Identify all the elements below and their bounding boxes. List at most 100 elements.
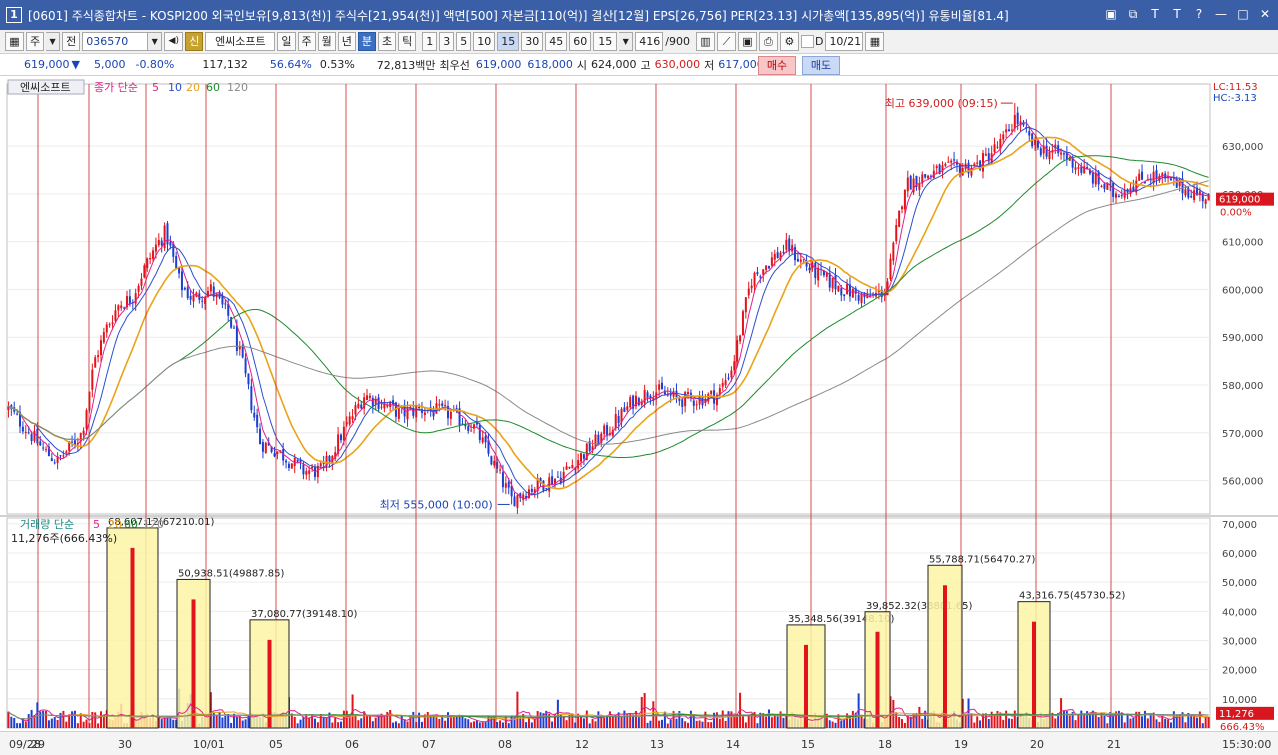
tab-minute[interactable]: 분 (357, 32, 376, 51)
tab-tick[interactable]: 틱 (398, 32, 417, 51)
period-select[interactable]: 주 (26, 32, 45, 51)
tab-month[interactable]: 월 (317, 32, 336, 51)
screen-icon[interactable]: ▣ (1104, 7, 1118, 21)
volume-bar (1190, 715, 1193, 728)
high-annotation: 최고 639,000 (09:15) (885, 97, 998, 110)
volume-bar (1207, 716, 1210, 728)
settings-icon[interactable]: ⚙ (779, 32, 799, 51)
volume-bar (903, 723, 906, 728)
candle-body (1077, 167, 1080, 169)
calendar-icon[interactable]: ▦ (865, 32, 885, 51)
low-price: 617,000 (718, 58, 764, 71)
candle-body (296, 459, 299, 462)
candle-body (973, 163, 976, 166)
volume-bar (470, 722, 473, 728)
close-icon[interactable]: ✕ (1258, 7, 1272, 21)
stock-code-input[interactable] (82, 32, 149, 51)
prev-button[interactable]: 전 (62, 32, 81, 51)
pin-icon[interactable]: T (1148, 7, 1162, 21)
interval-45[interactable]: 45 (545, 32, 568, 51)
volume-bar (646, 722, 649, 728)
candle-body (545, 488, 548, 490)
date-checkbox[interactable] (800, 35, 814, 48)
volume-bar (687, 722, 690, 728)
candle-body (423, 412, 426, 416)
volume-bar (221, 717, 224, 728)
code-dropdown-icon[interactable]: ▼ (148, 32, 163, 51)
interval-1[interactable]: 1 (422, 32, 438, 51)
candle-body (244, 358, 247, 374)
volume-bar (539, 712, 542, 728)
candle-body (687, 391, 690, 394)
interval-dropdown-icon[interactable]: ▼ (619, 32, 634, 51)
volume-bar (99, 711, 102, 728)
print-icon[interactable]: ⎙ (758, 32, 778, 51)
volume-bar (464, 718, 467, 728)
candle-body (603, 425, 606, 435)
volume-bar (1172, 711, 1175, 728)
candle-body (733, 361, 736, 371)
candle-body (62, 455, 65, 457)
volume-bar (487, 715, 490, 728)
candle-body (224, 303, 227, 305)
volume-bar (1146, 718, 1149, 728)
price-tick-label: 610,000 (1222, 238, 1263, 249)
candle-body (565, 466, 568, 470)
volume-bar (594, 721, 597, 728)
interval-30[interactable]: 30 (521, 32, 544, 51)
candle-body (556, 476, 559, 478)
volume-bar (979, 720, 982, 728)
candle-body (166, 223, 169, 245)
tab-second[interactable]: 초 (378, 32, 397, 51)
legend-stock-name: 엔씨소프트 (20, 81, 71, 94)
interval-15[interactable]: 15 (497, 32, 520, 51)
candle-body (1120, 195, 1123, 197)
candle-body (397, 407, 400, 419)
sell-button[interactable]: 매도 (802, 56, 840, 75)
volume-bar (1112, 715, 1115, 728)
tab-week[interactable]: 주 (297, 32, 316, 51)
help-icon[interactable]: ? (1192, 7, 1206, 21)
interval-3[interactable]: 3 (439, 32, 455, 51)
buy-button[interactable]: 매수 (758, 56, 796, 75)
chart-area[interactable]: 630,000620,000610,000600,000590,000580,0… (0, 76, 1278, 755)
time-label: 15:30:00 (1222, 738, 1271, 751)
interval-select[interactable]: 15 (593, 32, 618, 51)
candle-body (582, 454, 585, 459)
save-icon[interactable]: ▣ (737, 32, 757, 51)
volume-bar (56, 719, 59, 728)
legend-volume-ma: 120 (143, 518, 164, 531)
candle-body (53, 462, 56, 464)
text-icon[interactable]: T (1170, 7, 1184, 21)
candle-body (614, 413, 617, 429)
draw-line-icon[interactable]: ⟋ (716, 32, 736, 51)
minimize-icon[interactable]: — (1214, 7, 1228, 21)
candle-body (117, 305, 120, 311)
chevron-down-icon[interactable]: ▼ (46, 32, 61, 51)
candle-body (1190, 195, 1193, 198)
candle-body (935, 166, 938, 168)
date-input[interactable]: 10/21 (825, 32, 864, 51)
interval-10[interactable]: 10 (473, 32, 496, 51)
tab-day[interactable]: 일 (277, 32, 296, 51)
interval-60[interactable]: 60 (569, 32, 592, 51)
candle-body (250, 386, 253, 411)
tab-year[interactable]: 년 (337, 32, 356, 51)
count-input[interactable]: 416 (635, 32, 664, 51)
candle-body (1141, 171, 1144, 180)
sound-icon[interactable]: ◀) (164, 32, 184, 51)
candle-body (727, 377, 730, 379)
volume-bar (27, 714, 30, 728)
candle-style-icon[interactable]: ▥ (695, 32, 715, 51)
volume-bar (1088, 714, 1091, 728)
copy-window-icon[interactable]: ⧉ (1126, 7, 1140, 21)
candle-body (1169, 178, 1172, 181)
volume-header: 11,276주(666.43%) (11, 532, 117, 545)
layout-icon[interactable]: ▦ (5, 32, 24, 51)
x-tick-label: 06 (345, 738, 359, 751)
volume-bar (637, 717, 640, 728)
maximize-icon[interactable]: □ (1236, 7, 1250, 21)
interval-5[interactable]: 5 (456, 32, 472, 51)
candle-body (765, 265, 768, 270)
candle-body (82, 430, 85, 435)
